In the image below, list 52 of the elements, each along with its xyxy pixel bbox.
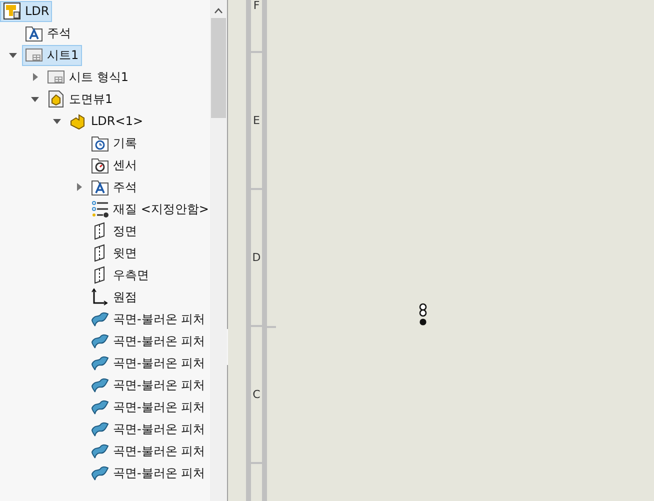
zone-label: C — [252, 389, 260, 400]
expand-arrow-icon[interactable] — [75, 183, 83, 191]
tree-item[interactable]: 우측면 — [88, 264, 152, 286]
collapse-arrow-icon[interactable] — [53, 117, 61, 125]
scroll-up-icon[interactable] — [214, 8, 223, 14]
tree-item[interactable]: 주석 — [22, 22, 74, 44]
tree-item[interactable]: 정면 — [88, 220, 140, 242]
surface-icon — [91, 332, 109, 350]
tree-item[interactable]: 곡면-불러온 피처 — [88, 396, 208, 418]
tree-item[interactable]: 센서 — [88, 154, 140, 176]
zone-label: F — [253, 0, 260, 11]
origin-icon — [91, 288, 109, 306]
sheet-icon — [25, 46, 43, 64]
tree-item[interactable]: LDR<1> — [66, 110, 146, 132]
tree-item[interactable]: 시트1 — [22, 44, 82, 66]
folder-letter-icon — [91, 178, 109, 196]
zone-label: D — [252, 252, 261, 263]
drawing-view-icon — [47, 90, 65, 108]
folder-clock-icon — [91, 134, 109, 152]
tree-item[interactable]: 주석 — [88, 176, 140, 198]
tree-item[interactable]: 원점 — [88, 286, 140, 308]
tree-item[interactable]: 곡면-불러온 피처 — [88, 374, 208, 396]
material-list-icon — [91, 200, 109, 218]
tree-item[interactable]: 윗면 — [88, 242, 140, 264]
tree-item[interactable]: 곡면-불러온 피처 — [88, 462, 208, 484]
surface-icon — [91, 464, 109, 482]
tree-item[interactable]: 곡면-불러온 피처 — [88, 440, 208, 462]
tree-item[interactable]: 곡면-불러온 피처 — [88, 330, 208, 352]
scrollbar-thumb[interactable] — [211, 18, 226, 118]
folder-letter-icon — [25, 24, 43, 42]
tree-item[interactable]: 곡면-불러온 피처 — [88, 352, 208, 374]
part-points-drawing — [418, 302, 428, 328]
surface-icon — [91, 376, 109, 394]
collapse-arrow-icon[interactable] — [31, 95, 39, 103]
tree-item[interactable]: 도면뷰1 — [44, 88, 116, 110]
part-icon — [69, 112, 87, 130]
tree-item[interactable]: 재질 <지정안함> — [88, 198, 210, 220]
tree-item[interactable]: LDR — [0, 0, 52, 22]
tree-item[interactable]: 기록 — [88, 132, 140, 154]
folder-gauge-icon — [91, 156, 109, 174]
surface-icon — [91, 420, 109, 438]
tree-item[interactable]: 시트 형식1 — [44, 66, 132, 88]
sheet-icon — [47, 68, 65, 86]
surface-icon — [91, 310, 109, 328]
surface-icon — [91, 354, 109, 372]
collapse-arrow-icon[interactable] — [9, 51, 17, 59]
tree-item[interactable]: 곡면-불러온 피처 — [88, 308, 208, 330]
expand-arrow-icon[interactable] — [31, 73, 39, 81]
zone-label: E — [253, 115, 260, 126]
surface-icon — [91, 442, 109, 460]
tree-item[interactable]: 곡면-불러온 피처 — [88, 418, 208, 440]
surface-icon — [91, 398, 109, 416]
